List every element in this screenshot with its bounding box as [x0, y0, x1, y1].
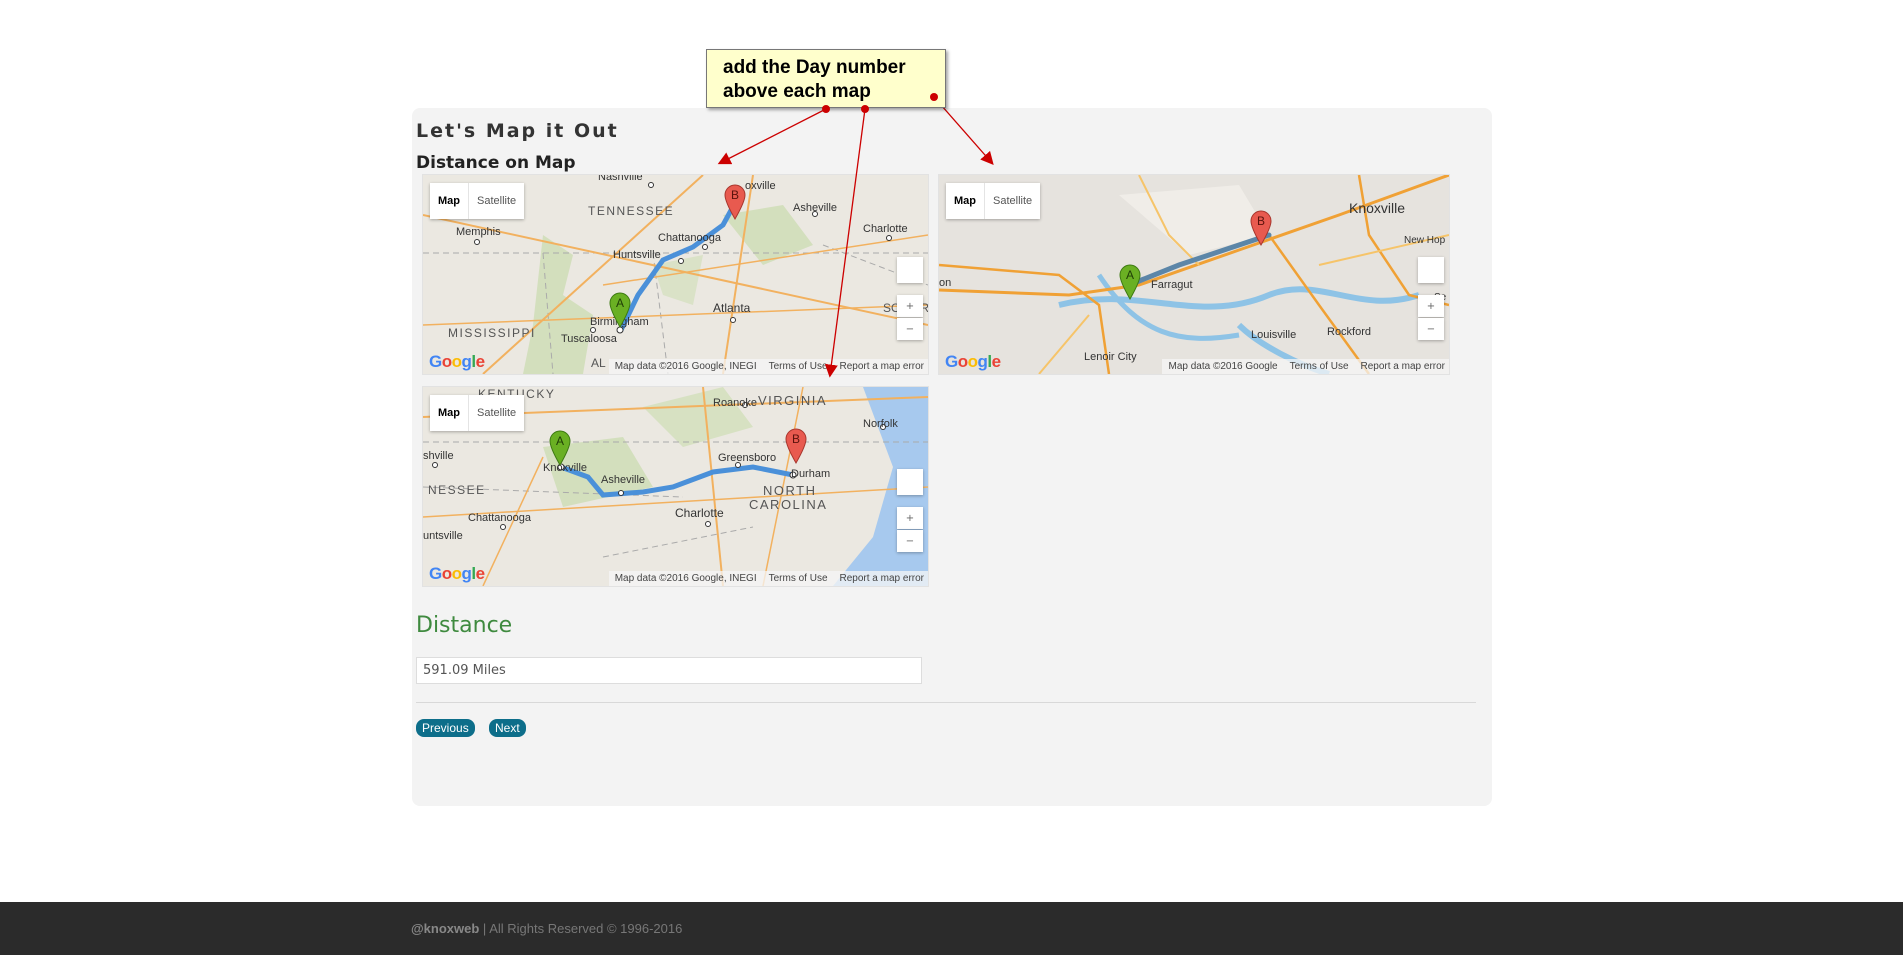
distance-field[interactable]: 591.09 Miles	[416, 657, 922, 684]
map-label: VIRGINIA	[758, 393, 827, 408]
google-logo: Google	[429, 352, 485, 371]
footer	[0, 902, 1903, 955]
report-error-link[interactable]: Report a map error	[1361, 361, 1445, 372]
map-label: oxville	[745, 180, 776, 192]
map-label: Greensboro	[718, 452, 776, 464]
marker-b-label: B	[731, 188, 739, 202]
map-label: Knoxville	[543, 462, 587, 474]
previous-button[interactable]: Previous	[416, 719, 475, 737]
map-day-1[interactable]: Nashville TENNESSEE Memphis Huntsville C…	[422, 174, 929, 375]
map-label: on	[939, 277, 951, 289]
map-label: Lenoir City	[1084, 351, 1137, 363]
map-attribution: Map data ©2016 Google, INEGI Terms of Us…	[608, 571, 928, 586]
annotation-line-2: above each map	[723, 81, 871, 102]
report-error-link[interactable]: Report a map error	[840, 573, 924, 584]
divider	[416, 702, 1476, 703]
fullscreen-button[interactable]	[1418, 257, 1444, 283]
map-label: Tuscaloosa	[561, 333, 618, 345]
map-label: Knoxville	[1349, 200, 1405, 216]
annotation-note: add the Day number above each map	[706, 49, 946, 108]
map-label: Asheville	[601, 474, 645, 486]
annotation-line-1: add the Day number	[723, 57, 906, 78]
map-label: New Hop	[1404, 235, 1446, 246]
map-label: Farragut	[1151, 279, 1193, 291]
zoom-out-button[interactable]: −	[1418, 318, 1444, 340]
zoom-in-button[interactable]: +	[897, 295, 923, 317]
map-type-map-button[interactable]: Map	[946, 183, 985, 219]
map-label: Durham	[791, 468, 830, 480]
fullscreen-button[interactable]	[897, 257, 923, 283]
map-type-control: Map Satellite	[430, 395, 525, 431]
map-type-control: Map Satellite	[430, 183, 525, 219]
map-label: Chattanooga	[468, 512, 532, 524]
next-button[interactable]: Next	[489, 719, 526, 737]
marker-a-label: A	[1126, 268, 1134, 282]
map-label: Louisville	[1251, 329, 1296, 341]
map-type-satellite-button[interactable]: Satellite	[469, 183, 524, 219]
map-label: shville	[423, 450, 454, 462]
marker-b-label: B	[792, 432, 800, 446]
map-type-satellite-button[interactable]: Satellite	[985, 183, 1040, 219]
map-label: NESSEE	[428, 483, 486, 497]
map-label: NORTH	[763, 483, 816, 498]
google-logo: Google	[945, 352, 1001, 371]
section-subtitle: Distance on Map	[416, 153, 576, 173]
distance-heading: Distance	[416, 613, 513, 638]
map-label: Nashville	[598, 175, 643, 183]
terms-link[interactable]: Terms of Use	[769, 361, 828, 372]
fullscreen-button[interactable]	[897, 469, 923, 495]
map-day-3[interactable]: KENTUCKY VIRGINIA Roanoke Norfolk shvill…	[422, 386, 929, 587]
terms-link[interactable]: Terms of Use	[769, 573, 828, 584]
footer-rights: | All Rights Reserved © 1996-2016	[479, 921, 683, 936]
map-label: Norfolk	[863, 418, 898, 430]
report-error-link[interactable]: Report a map error	[840, 361, 924, 372]
map-day-2[interactable]: Knoxville Farragut Louisville Rockford L…	[938, 174, 1450, 375]
map-label: Chattanooga	[658, 232, 722, 244]
footer-handle[interactable]: @knoxweb	[411, 921, 479, 936]
map-label: Memphis	[456, 226, 501, 238]
zoom-in-button[interactable]: +	[897, 507, 923, 529]
zoom-in-button[interactable]: +	[1418, 295, 1444, 317]
map-label: TENNESSEE	[588, 204, 674, 218]
map-data-credit: Map data ©2016 Google, INEGI	[614, 361, 757, 372]
map-label: untsville	[423, 530, 463, 542]
footer-text: @knoxweb | All Rights Reserved © 1996-20…	[411, 921, 682, 936]
map-label: Charlotte	[863, 223, 908, 235]
map-label: Atlanta	[713, 301, 751, 315]
map-type-satellite-button[interactable]: Satellite	[469, 395, 524, 431]
marker-b-label: B	[1257, 214, 1265, 228]
map-label: Rockford	[1327, 326, 1371, 338]
map-label: Huntsville	[613, 249, 661, 261]
map-attribution: Map data ©2016 Google Terms of Use Repor…	[1162, 359, 1449, 374]
marker-a-label: A	[616, 296, 624, 310]
map-type-map-button[interactable]: Map	[430, 183, 469, 219]
page-title: Let's Map it Out	[416, 120, 619, 142]
map-data-credit: Map data ©2016 Google	[1168, 361, 1278, 372]
zoom-out-button[interactable]: −	[897, 530, 923, 552]
map-type-map-button[interactable]: Map	[430, 395, 469, 431]
map-label: Charlotte	[675, 506, 724, 520]
terms-link[interactable]: Terms of Use	[1290, 361, 1349, 372]
map-label: Roanoke	[713, 397, 757, 409]
map-data-credit: Map data ©2016 Google, INEGI	[614, 573, 757, 584]
map-label: Asheville	[793, 202, 837, 214]
map-label: MISSISSIPPI	[448, 326, 536, 340]
map-attribution: Map data ©2016 Google, INEGI Terms of Us…	[608, 359, 928, 374]
map-label: AL	[591, 356, 606, 370]
map-type-control: Map Satellite	[946, 183, 1041, 219]
map-label: CAROLINA	[749, 497, 827, 512]
google-logo: Google	[429, 564, 485, 583]
zoom-out-button[interactable]: −	[897, 318, 923, 340]
marker-a-label: A	[556, 434, 564, 448]
